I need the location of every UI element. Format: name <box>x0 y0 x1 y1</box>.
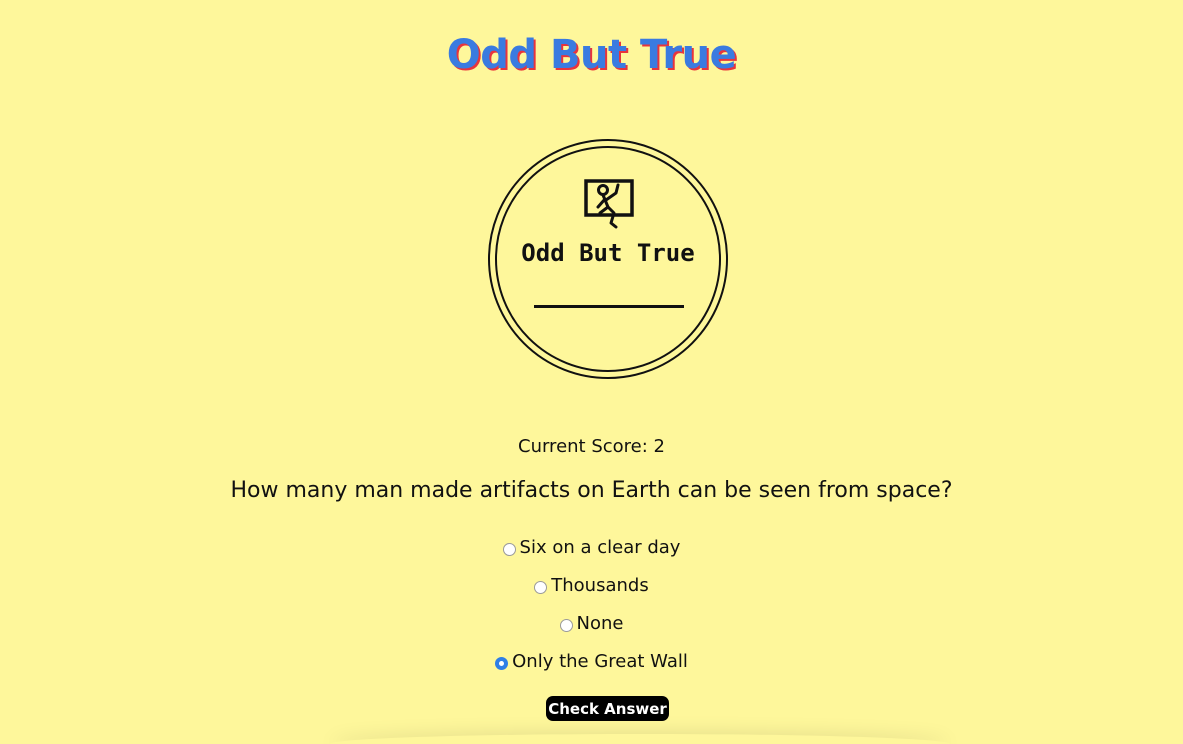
check-answer-button[interactable]: Check Answer <box>546 696 669 721</box>
quiz-page: Odd But True Odd But True Current Score:… <box>0 0 1183 744</box>
answer-option[interactable]: Only the Great Wall <box>0 642 1183 680</box>
site-title: Odd But True <box>446 32 737 78</box>
answer-option-label: None <box>576 612 624 634</box>
answer-options: Six on a clear day Thousands None Only t… <box>0 528 1183 680</box>
logo-text: Odd But True <box>521 239 695 267</box>
answer-option-label: Six on a clear day <box>519 536 681 558</box>
logo-badge: Odd But True <box>488 139 728 379</box>
answer-option-label: Thousands <box>551 574 649 596</box>
radio-button[interactable] <box>559 618 573 632</box>
answer-option[interactable]: Thousands <box>0 566 1183 604</box>
answer-option-label: Only the Great Wall <box>512 650 688 672</box>
current-score: Current Score: 2 <box>0 436 1183 457</box>
radio-button[interactable] <box>534 580 548 594</box>
score-text: Current Score: 2 <box>518 436 665 457</box>
logo-underline <box>534 305 684 308</box>
question-text: How many man made artifacts on Earth can… <box>230 478 953 503</box>
answer-option[interactable]: Six on a clear day <box>0 528 1183 566</box>
radio-button[interactable] <box>502 542 516 556</box>
radio-button[interactable] <box>495 656 509 670</box>
card-shadow <box>330 734 950 744</box>
falling-figure-icon <box>584 179 634 229</box>
answer-option[interactable]: None <box>0 604 1183 642</box>
